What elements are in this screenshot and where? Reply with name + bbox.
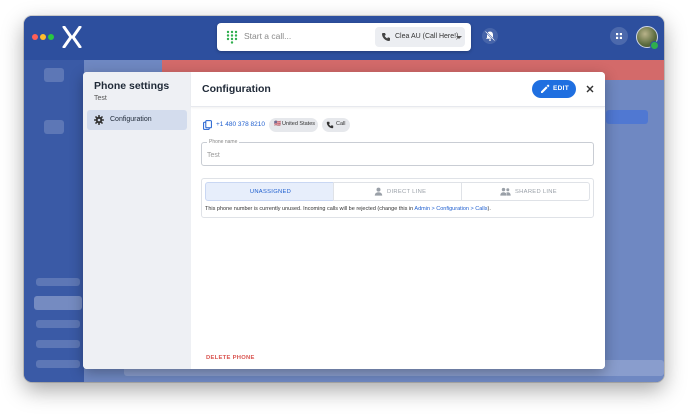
phone-settings-modal: Phone settings Test Configuration Config… bbox=[83, 72, 605, 369]
background-nav-item bbox=[34, 296, 82, 310]
call-input-placeholder[interactable]: Start a call... bbox=[244, 31, 291, 41]
caller-id-select[interactable]: Clea AU (Call Here!) bbox=[375, 27, 465, 47]
country-flag: 🇺🇸 bbox=[274, 121, 281, 127]
background-nav-icon bbox=[44, 68, 64, 82]
edit-button[interactable]: EDIT bbox=[532, 80, 576, 98]
phone-icon bbox=[326, 121, 334, 129]
phone-name-label: Phone name bbox=[207, 139, 240, 145]
background-nav-item bbox=[36, 278, 80, 286]
delete-phone-label: DELETE PHONE bbox=[206, 355, 255, 361]
background-nav-item bbox=[36, 340, 80, 348]
close-icon[interactable] bbox=[584, 83, 596, 95]
sidebar-item-label: Configuration bbox=[110, 116, 152, 123]
window-minimize-dot[interactable] bbox=[40, 34, 46, 40]
modal-header: Configuration EDIT bbox=[191, 72, 605, 107]
grid-icon[interactable] bbox=[610, 27, 628, 45]
person-icon bbox=[374, 187, 383, 196]
country-badge: 🇺🇸 United States bbox=[269, 118, 318, 132]
chevron-down-icon bbox=[456, 36, 462, 39]
call-bar[interactable]: Start a call... Clea AU (Call Here!) bbox=[217, 23, 471, 51]
group-icon bbox=[500, 187, 511, 196]
sidebar-item-configuration[interactable]: Configuration bbox=[87, 110, 187, 130]
bell-off-icon[interactable] bbox=[482, 28, 498, 44]
unassigned-note-end: ). bbox=[487, 206, 491, 212]
copy-icon bbox=[203, 120, 212, 130]
app-logo-icon bbox=[62, 26, 82, 48]
gear-icon bbox=[94, 115, 104, 125]
tab-unassigned[interactable]: UNASSIGNED bbox=[205, 182, 334, 201]
tab-shared-line[interactable]: SHARED LINE bbox=[461, 182, 590, 201]
phone-number-copy[interactable]: +1 480 378 8210 bbox=[201, 118, 265, 132]
modal-title: Configuration bbox=[202, 83, 271, 95]
background-sidebar bbox=[24, 60, 84, 382]
caller-id-label: Clea AU (Call Here!) bbox=[395, 33, 459, 40]
phone-type-label: Call bbox=[336, 121, 346, 127]
dialpad-icon[interactable] bbox=[226, 30, 238, 44]
background-nav-item bbox=[36, 320, 80, 328]
window-close-dot[interactable] bbox=[32, 34, 38, 40]
background-nav-item bbox=[36, 360, 80, 368]
unassigned-note-text: This phone number is currently unused. I… bbox=[205, 206, 415, 212]
background-nav-icon bbox=[44, 120, 64, 134]
modal-sidebar: Phone settings Test Configuration bbox=[83, 72, 191, 369]
phone-icon bbox=[382, 33, 390, 41]
tab-direct-line-label: DIRECT LINE bbox=[387, 189, 427, 195]
app-window: Start a call... Clea AU (Call Here!) Pho… bbox=[24, 16, 664, 382]
background-button bbox=[606, 110, 648, 124]
window-zoom-dot[interactable] bbox=[48, 34, 54, 40]
tab-direct-line[interactable]: DIRECT LINE bbox=[333, 182, 462, 201]
phone-name-input[interactable] bbox=[207, 149, 577, 161]
line-assignment-panel: UNASSIGNED DIRECT LINE SHARED LINE This … bbox=[201, 178, 594, 218]
unassigned-note: This phone number is currently unused. I… bbox=[205, 206, 491, 212]
online-status-badge bbox=[650, 41, 659, 50]
phone-type-badge: Call bbox=[322, 118, 350, 132]
modal-sidebar-subtitle: Test bbox=[94, 95, 107, 102]
tab-shared-line-label: SHARED LINE bbox=[515, 189, 557, 195]
modal-sidebar-title: Phone settings bbox=[94, 80, 170, 92]
pencil-icon bbox=[541, 84, 550, 93]
modal-main: Configuration EDIT +1 480 378 8210 🇺🇸 Un… bbox=[191, 72, 605, 369]
top-bar: Start a call... Clea AU (Call Here!) bbox=[24, 16, 664, 60]
admin-calls-link[interactable]: Admin > Configuration > Calls bbox=[414, 206, 487, 212]
country-label: United States bbox=[282, 121, 316, 127]
phone-number: +1 480 378 8210 bbox=[216, 121, 265, 128]
edit-button-label: EDIT bbox=[553, 85, 570, 92]
delete-phone-button[interactable]: DELETE PHONE bbox=[203, 346, 258, 361]
phone-name-field[interactable]: Phone name bbox=[201, 139, 594, 166]
tab-unassigned-label: UNASSIGNED bbox=[249, 189, 292, 195]
